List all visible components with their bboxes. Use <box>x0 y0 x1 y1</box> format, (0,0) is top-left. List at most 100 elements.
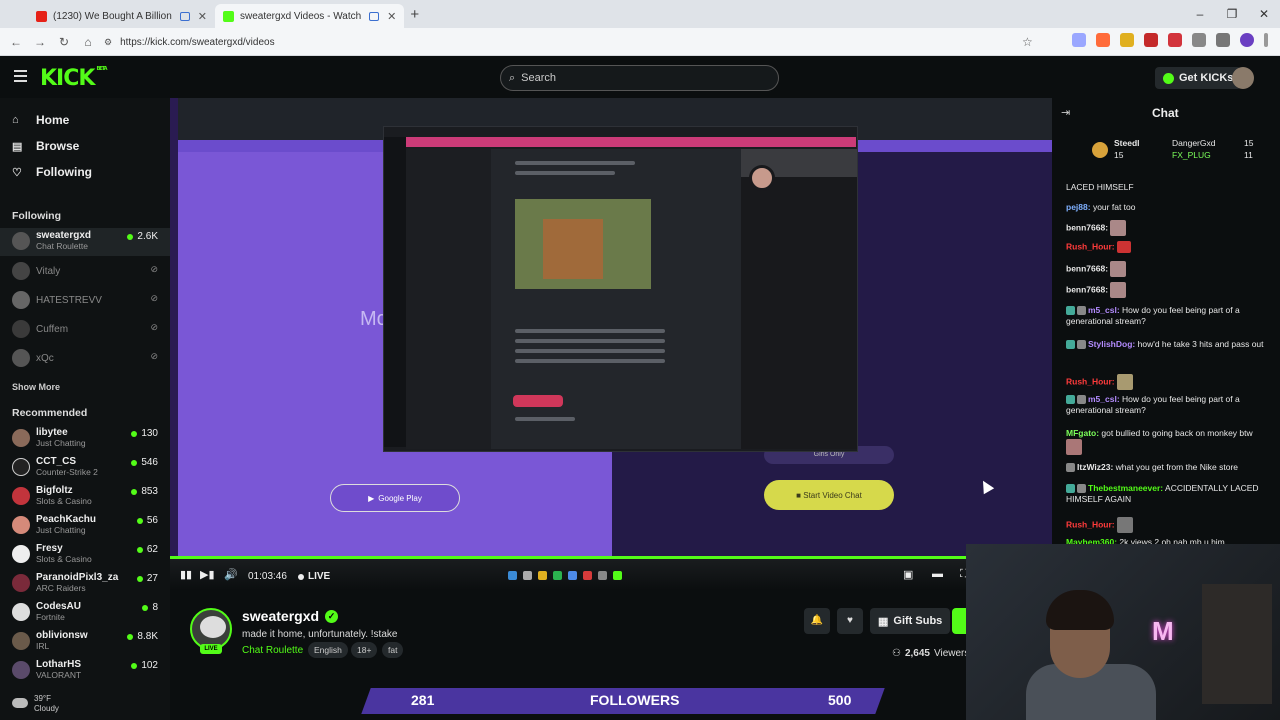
tab-title: (1230) We Bought A Billion <box>53 10 172 22</box>
chat-panel: ⇥ Chat Steedl 15 DangerGxd 15 FX_PLUG 11… <box>1052 98 1280 547</box>
live-dot-icon <box>142 604 149 611</box>
site-info-icon[interactable]: ⚙ <box>104 37 112 48</box>
sidebar-channel-lotharhs[interactable]: LotharHS VALORANT 102 <box>0 657 170 685</box>
sidebar-channel-paranoidpixl3-za[interactable]: ParanoidPixl3_za ARC Raiders 27 <box>0 570 170 598</box>
forward-icon[interactable]: → <box>28 35 52 49</box>
channel-avatar <box>12 516 30 534</box>
person-icon: ⚇ <box>892 648 901 659</box>
nav-following[interactable]: ♡ Following <box>12 162 92 182</box>
channel-avatar <box>12 262 30 280</box>
nav-label: Home <box>36 113 70 127</box>
collapse-chat-icon[interactable]: ⇥ <box>1061 106 1070 119</box>
channel-category: IRL <box>36 641 50 651</box>
stream-title: made it home, unfortunately. !stake <box>242 629 398 640</box>
chat-message: benn7668: <box>1066 220 1266 236</box>
clip-icon[interactable]: ▣ <box>903 568 913 581</box>
emote-image <box>1110 282 1127 298</box>
close-window-button[interactable]: ✕ <box>1248 0 1280 28</box>
chat-message: Rush_Hour: <box>1066 374 1266 390</box>
sidebar-channel-codesau[interactable]: CodesAU Fortnite 8 <box>0 599 170 627</box>
sidebar-channel-bigfoltz[interactable]: Bigfoltz Slots & Casino 853 <box>0 483 170 511</box>
offline-icon: ⊘ <box>150 351 158 361</box>
extensions-puzzle-icon[interactable] <box>1192 33 1206 47</box>
gifter-name: Steedl <box>1114 138 1140 148</box>
theater-mode-icon[interactable]: ▬ <box>932 568 943 580</box>
address-bar[interactable]: ⚙ https://kick.com/sweatergxd/videos <box>104 31 1044 53</box>
back-icon[interactable]: ← <box>4 35 28 49</box>
reload-icon[interactable]: ↻ <box>52 35 76 49</box>
stream-taskbar <box>508 571 622 580</box>
close-tab-icon[interactable]: ✕ <box>198 10 207 23</box>
browser-toolbar: ← → ↻ ⌂ ⚙ https://kick.com/sweatergxd/vi… <box>0 28 1280 56</box>
tag-english[interactable]: English <box>308 642 348 658</box>
sidebar-channel-libytee[interactable]: libytee Just Chatting 130 <box>0 425 170 453</box>
weather-text: 39°F Cloudy <box>34 694 59 713</box>
chat-message: benn7668: <box>1066 282 1266 298</box>
gift-subs-button[interactable]: ▦ Gift Subs <box>870 608 951 634</box>
video-player[interactable]: Mc ▶ Google Play Girls Only ■ Start Vide… <box>170 98 1052 572</box>
favorite-heart-button[interactable]: ♥ <box>837 608 863 634</box>
tag-fat[interactable]: fat <box>382 642 404 658</box>
channel-name: ParanoidPixl3_za <box>36 572 119 583</box>
browser-tab-kick[interactable]: sweatergxd Videos - Watch ✕ <box>215 4 405 28</box>
sidebar-channel-sweatergxd[interactable]: sweatergxd Chat Roulette 2.6K <box>0 228 170 256</box>
new-tab-button[interactable]: + <box>410 6 419 23</box>
play-pause-icon[interactable]: ▮▮ <box>180 568 192 581</box>
channel-avatar <box>12 349 30 367</box>
sidebar-channel-cct-cs[interactable]: CCT_CS Counter-Strike 2 546 <box>0 454 170 482</box>
skip-icon[interactable]: ▶▮ <box>200 568 215 581</box>
live-dot-icon <box>136 575 143 582</box>
sidebar-channel-fresy[interactable]: Fresy Slots & Casino 62 <box>0 541 170 569</box>
extension-icon[interactable] <box>1120 33 1134 47</box>
downloads-icon[interactable] <box>1216 33 1230 47</box>
gifter-count: 15 <box>1114 150 1124 160</box>
sidebar-channel-vitaly[interactable]: Vitaly ⊘ <box>0 258 170 286</box>
nav-browse[interactable]: ▤ Browse <box>12 136 79 156</box>
notification-bell-button[interactable]: 🔔 <box>804 608 830 634</box>
menu-hamburger-icon[interactable] <box>14 70 27 85</box>
extension-icon[interactable] <box>1072 33 1086 47</box>
weather-widget[interactable]: 39°F Cloudy <box>0 690 170 720</box>
emote-image <box>1117 517 1134 533</box>
sidebar-channel-oblivionsw[interactable]: oblivionsw IRL 8.8K <box>0 628 170 656</box>
channel-category: Slots & Casino <box>36 554 92 564</box>
extension-icon[interactable] <box>1168 33 1182 47</box>
emote-image <box>1117 241 1132 253</box>
search-input[interactable]: ⌕ Search <box>500 65 779 91</box>
close-tab-icon[interactable]: ✕ <box>387 10 396 23</box>
maximize-button[interactable]: ❐ <box>1216 0 1248 28</box>
volume-icon[interactable]: 🔊 <box>224 568 238 581</box>
profile-avatar[interactable] <box>1240 33 1254 47</box>
browser-tab-youtube[interactable]: (1230) We Bought A Billion ✕ <box>28 4 215 28</box>
extension-icon[interactable] <box>1096 33 1110 47</box>
live-dot-icon <box>131 488 138 495</box>
channel-category: Chat Roulette <box>36 241 88 251</box>
live-dot-icon <box>127 233 134 240</box>
gifter-count: 15 <box>1244 138 1254 148</box>
extension-icon[interactable] <box>1144 33 1158 47</box>
channel-username[interactable]: sweatergxd ✓ <box>242 608 339 624</box>
channel-name: Vitaly <box>36 266 61 277</box>
menu-dots-icon[interactable] <box>1264 33 1268 47</box>
home-icon[interactable]: ⌂ <box>76 35 100 49</box>
channel-category: Slots & Casino <box>36 496 92 506</box>
channel-avatar <box>12 429 30 447</box>
sidebar-channel-cuffem[interactable]: Cuffem ⊘ <box>0 316 170 344</box>
camera-icon: ■ <box>796 490 802 500</box>
sidebar-channel-hatestrevv[interactable]: HATESTREVV ⊘ <box>0 287 170 315</box>
sidebar-channel-peachkachu[interactable]: PeachKachu Just Chatting 56 <box>0 512 170 540</box>
bookmark-star-icon[interactable]: ☆ <box>1022 35 1033 49</box>
tag-18-plus[interactable]: 18+ <box>351 642 378 658</box>
get-kicks-button[interactable]: Get KICKs <box>1155 67 1242 89</box>
nav-home[interactable]: ⌂ Home <box>12 110 69 130</box>
progress-bar[interactable] <box>170 556 1052 559</box>
stream-category-link[interactable]: Chat Roulette <box>242 645 303 656</box>
discord-dm-list <box>406 149 491 449</box>
follow-button[interactable] <box>952 608 966 634</box>
show-more-button[interactable]: Show More <box>12 382 60 392</box>
channel-name: PeachKachu <box>36 514 97 525</box>
user-avatar[interactable] <box>1232 67 1254 89</box>
minimize-button[interactable]: – <box>1184 0 1216 28</box>
sidebar-channel-xqc[interactable]: xQc ⊘ <box>0 345 170 373</box>
kick-logo[interactable]: KICK BETA <box>40 66 108 91</box>
